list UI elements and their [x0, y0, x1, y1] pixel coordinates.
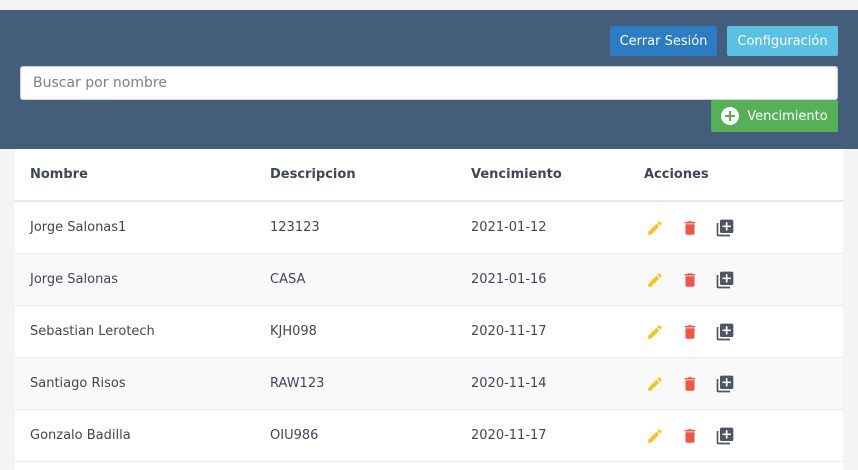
add-vencimiento-label: Vencimiento	[747, 108, 828, 124]
cell-vencimiento: 2020-11-17	[471, 428, 547, 443]
column-header-vencimiento: Vencimiento	[471, 167, 562, 182]
row-actions	[644, 321, 736, 343]
search-input[interactable]	[20, 66, 838, 100]
table-row: Santiago Risos RAW123 2020-11-14	[15, 358, 843, 410]
table-header: Nombre Descripcion Vencimiento Acciones	[15, 149, 843, 202]
cell-nombre: Gonzalo Badilla	[30, 428, 131, 443]
row-actions	[644, 217, 736, 239]
row-actions	[644, 425, 736, 447]
top-header: Cerrar Sesión Configuración Vencimiento	[0, 10, 858, 149]
cell-descripcion: CASA	[270, 272, 306, 287]
cell-nombre: Santiago Risos	[30, 376, 126, 391]
column-header-acciones: Acciones	[644, 167, 709, 182]
settings-button[interactable]: Configuración	[727, 26, 838, 56]
table-row: Gonzalo Badilla OIU986 2020-11-17	[15, 410, 843, 462]
table-row: Jorge Salonas CASA 2021-01-16	[15, 254, 843, 306]
trash-icon[interactable]	[679, 425, 701, 447]
cell-descripcion: 123123	[270, 220, 320, 235]
cell-nombre: Jorge Salonas	[30, 272, 119, 287]
cell-vencimiento: 2021-01-16	[471, 272, 547, 287]
cell-vencimiento: 2021-01-12	[471, 220, 547, 235]
pencil-icon[interactable]	[644, 425, 666, 447]
library-add-icon[interactable]	[714, 425, 736, 447]
cell-vencimiento: 2020-11-14	[471, 376, 547, 391]
cell-nombre: Sebastian Lerotech	[30, 324, 155, 339]
cell-descripcion: KJH098	[270, 324, 317, 339]
library-add-icon[interactable]	[714, 217, 736, 239]
column-header-descripcion: Descripcion	[270, 167, 356, 182]
trash-icon[interactable]	[679, 269, 701, 291]
row-actions	[644, 269, 736, 291]
vencimientos-table: Nombre Descripcion Vencimiento Acciones …	[15, 149, 843, 470]
pencil-icon[interactable]	[644, 217, 666, 239]
pencil-icon[interactable]	[644, 373, 666, 395]
library-add-icon[interactable]	[714, 373, 736, 395]
add-vencimiento-button[interactable]: Vencimiento	[711, 100, 838, 132]
plus-circle-icon	[721, 107, 740, 125]
cell-vencimiento: 2020-11-17	[471, 324, 547, 339]
cell-descripcion: OIU986	[270, 428, 319, 443]
table-row: Sebastian Lerotech KJH098 2020-11-17	[15, 306, 843, 358]
cell-nombre: Jorge Salonas1	[30, 220, 127, 235]
library-add-icon[interactable]	[714, 321, 736, 343]
library-add-icon[interactable]	[714, 269, 736, 291]
trash-icon[interactable]	[679, 373, 701, 395]
row-actions	[644, 373, 736, 395]
pencil-icon[interactable]	[644, 269, 666, 291]
table-body: Jorge Salonas1 123123 2021-01-12 Jorge S…	[15, 202, 843, 462]
table-row: Jorge Salonas1 123123 2021-01-12	[15, 202, 843, 254]
logout-button[interactable]: Cerrar Sesión	[610, 26, 717, 56]
column-header-nombre: Nombre	[30, 167, 88, 182]
cell-descripcion: RAW123	[270, 376, 325, 391]
pencil-icon[interactable]	[644, 321, 666, 343]
trash-icon[interactable]	[679, 321, 701, 343]
trash-icon[interactable]	[679, 217, 701, 239]
